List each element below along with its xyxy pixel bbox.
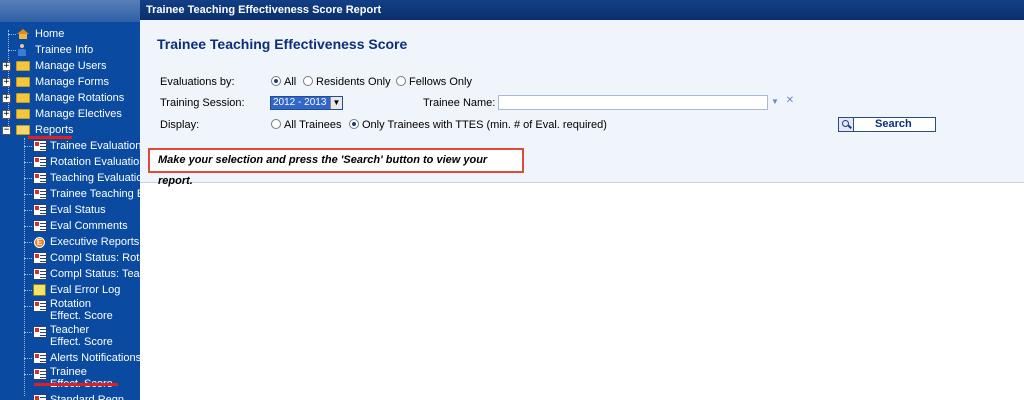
- sidebar-item-eval-status[interactable]: Eval Status: [0, 202, 140, 218]
- radio-selected-icon[interactable]: [349, 119, 359, 129]
- radio-icon[interactable]: [271, 119, 281, 129]
- sidebar-item-compl-status-rotation[interactable]: Compl Status: Rotatio: [0, 250, 140, 266]
- collapse-icon[interactable]: −: [2, 126, 11, 135]
- radio-residents-only[interactable]: Residents Only: [303, 76, 391, 88]
- home-icon: [17, 29, 29, 39]
- sidebar-item-manage-users[interactable]: + Manage Users: [0, 58, 140, 74]
- folder-open-icon: [16, 125, 30, 135]
- sidebar: Home Trainee Info + Manage Users + Manag…: [0, 0, 140, 400]
- executive-report-icon: E: [34, 237, 45, 248]
- reports-highlight-underline: [28, 136, 72, 139]
- sidebar-item-eval-error-log[interactable]: Eval Error Log: [0, 282, 140, 298]
- report-icon: [33, 172, 47, 184]
- sidebar-item-home[interactable]: Home: [0, 26, 140, 42]
- expand-icon[interactable]: +: [2, 94, 11, 103]
- expand-icon[interactable]: +: [2, 62, 11, 71]
- clear-icon[interactable]: ✕: [785, 96, 795, 106]
- report-icon: [33, 252, 47, 264]
- report-icon: [33, 326, 47, 338]
- log-icon: [33, 284, 46, 296]
- sidebar-item-manage-forms[interactable]: + Manage Forms: [0, 74, 140, 90]
- trainee-effect-score-highlight-underline: [34, 383, 118, 386]
- sidebar-item-manage-electives[interactable]: + Manage Electives: [0, 106, 140, 122]
- window-title-bar: Trainee Teaching Effectiveness Score Rep…: [140, 0, 1024, 20]
- training-session-select[interactable]: 2012 - 2013 ▼: [270, 96, 343, 110]
- radio-only-trainees-with-ttes[interactable]: Only Trainees with TTES (min. # of Eval.…: [349, 119, 607, 131]
- report-criteria-panel: Trainee Teaching Effectiveness Score Eva…: [140, 20, 1024, 187]
- report-icon: [33, 156, 47, 168]
- sidebar-item-teaching-evaluations[interactable]: Teaching Evaluations: [0, 170, 140, 186]
- expand-icon[interactable]: +: [2, 110, 11, 119]
- sidebar-item-alerts-notifications[interactable]: Alerts Notifications: [0, 350, 140, 366]
- radio-icon[interactable]: [303, 76, 313, 86]
- sidebar-item-trainee-info[interactable]: Trainee Info: [0, 42, 140, 58]
- sidebar-item-standard-regn[interactable]: Standard Regn: [0, 392, 140, 400]
- display-label: Display:: [160, 119, 200, 131]
- window-title: Trainee Teaching Effectiveness Score Rep…: [146, 4, 382, 16]
- expand-icon[interactable]: +: [2, 78, 11, 87]
- search-button[interactable]: Search: [838, 117, 936, 132]
- folder-icon: [16, 61, 30, 71]
- sidebar-item-manage-rotations[interactable]: + Manage Rotations: [0, 90, 140, 106]
- trainee-name-label: Trainee Name:: [423, 97, 496, 109]
- sidebar-item-compl-status-teacher[interactable]: Compl Status: Teach: [0, 266, 140, 282]
- training-session-label: Training Session:: [160, 97, 245, 109]
- instruction-message: Make your selection and press the 'Searc…: [148, 148, 524, 187]
- radio-all-trainees[interactable]: All Trainees: [271, 119, 341, 131]
- report-icon: [33, 140, 47, 152]
- sidebar-item-rotation-evaluations[interactable]: Rotation Evaluations: [0, 154, 140, 170]
- report-icon: [33, 394, 47, 400]
- sidebar-item-rotation-effect-score[interactable]: Rotation Effect. Score: [0, 298, 140, 324]
- search-icon: [839, 118, 854, 131]
- evaluations-by-label: Evaluations by:: [160, 76, 235, 88]
- report-icon: [33, 188, 47, 200]
- folder-icon: [16, 77, 30, 87]
- sidebar-item-trainee-teaching-evaluations[interactable]: Trainee Teaching Ev: [0, 186, 140, 202]
- radio-fellows-only[interactable]: Fellows Only: [396, 76, 472, 88]
- sidebar-item-eval-comments[interactable]: Eval Comments: [0, 218, 140, 234]
- page-title: Trainee Teaching Effectiveness Score: [157, 36, 408, 52]
- folder-icon: [16, 109, 30, 119]
- report-icon: [33, 352, 47, 364]
- radio-icon[interactable]: [396, 76, 406, 86]
- report-icon: [33, 220, 47, 232]
- radio-selected-icon[interactable]: [271, 76, 281, 86]
- chevron-down-icon[interactable]: ▼: [770, 97, 780, 107]
- sidebar-item-trainee-evaluations[interactable]: Trainee Evaluations: [0, 138, 140, 154]
- report-icon: [33, 300, 47, 312]
- trainee-name-input[interactable]: [498, 95, 768, 110]
- sidebar-item-teacher-effect-score[interactable]: Teacher Effect. Score: [0, 324, 140, 350]
- folder-icon: [16, 93, 30, 103]
- dropdown-arrow-icon[interactable]: ▼: [330, 97, 342, 109]
- sidebar-header: [0, 0, 140, 22]
- report-icon: [33, 368, 47, 380]
- radio-evaluations-all[interactable]: All: [271, 76, 296, 88]
- report-icon: [33, 268, 47, 280]
- user-icon: [18, 44, 26, 56]
- report-icon: [33, 204, 47, 216]
- sidebar-item-executive-reports[interactable]: E Executive Reports: [0, 234, 140, 250]
- sidebar-item-trainee-effect-score[interactable]: Trainee Effect. Score: [0, 366, 140, 392]
